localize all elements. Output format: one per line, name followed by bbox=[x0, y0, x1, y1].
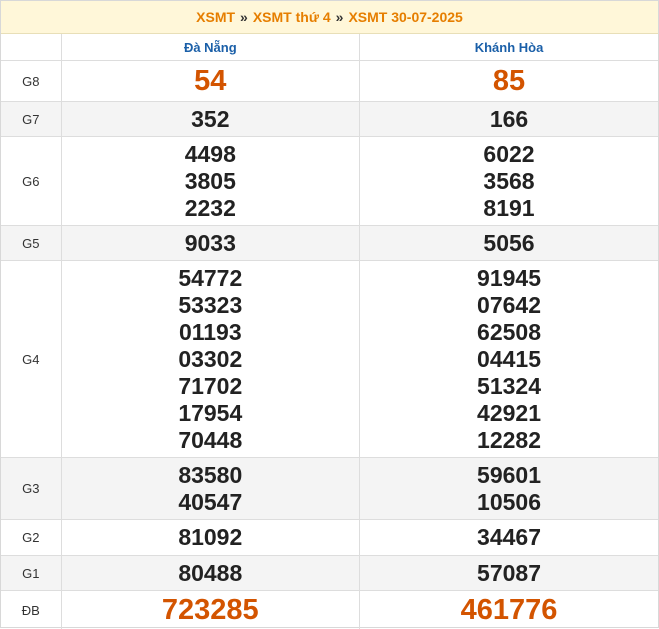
prize-label: G1 bbox=[1, 556, 61, 591]
result-number: 54772 bbox=[62, 265, 359, 292]
prize-row-g5: G5 9033 5056 bbox=[1, 226, 658, 261]
prize-label: G3 bbox=[1, 458, 61, 520]
prize-row-special: ĐB 723285 461776 bbox=[1, 591, 658, 629]
results-panel: XSMT » XSMT thứ 4 » XSMT 30-07-2025 Đà N… bbox=[0, 0, 659, 628]
result-cell: 4498 3805 2232 bbox=[61, 137, 359, 226]
breadcrumb-link-date[interactable]: XSMT 30-07-2025 bbox=[348, 9, 462, 25]
result-number: 4498 bbox=[62, 141, 359, 168]
prize-label: G7 bbox=[1, 102, 61, 137]
result-number: 01193 bbox=[62, 319, 359, 346]
result-number: 10506 bbox=[360, 489, 658, 516]
prize-label: G8 bbox=[1, 61, 61, 102]
result-cell: 81092 bbox=[61, 520, 359, 556]
prize-row-g7: G7 352 166 bbox=[1, 102, 658, 137]
result-number: 42921 bbox=[360, 400, 658, 427]
result-number: 70448 bbox=[62, 427, 359, 454]
result-number: 6022 bbox=[360, 141, 658, 168]
result-number: 59601 bbox=[360, 462, 658, 489]
result-number: 3805 bbox=[62, 168, 359, 195]
prize-row-g2: G2 81092 34467 bbox=[1, 520, 658, 556]
result-cell: 80488 bbox=[61, 556, 359, 591]
prize-row-g4: G4 54772 53323 01193 03302 71702 17954 7… bbox=[1, 261, 658, 458]
result-number: 166 bbox=[360, 106, 658, 133]
result-number: 8191 bbox=[360, 195, 658, 222]
result-number: 80488 bbox=[62, 560, 359, 587]
result-number: 83580 bbox=[62, 462, 359, 489]
result-number: 07642 bbox=[360, 292, 658, 319]
result-number: 91945 bbox=[360, 265, 658, 292]
result-number: 40547 bbox=[62, 489, 359, 516]
result-cell: 461776 bbox=[360, 591, 658, 629]
result-cell: 34467 bbox=[360, 520, 658, 556]
result-number: 34467 bbox=[360, 524, 658, 551]
result-number: 71702 bbox=[62, 373, 359, 400]
prize-header-cell bbox=[1, 34, 61, 61]
result-cell: 6022 3568 8191 bbox=[360, 137, 658, 226]
prize-row-g3: G3 83580 40547 59601 10506 bbox=[1, 458, 658, 520]
table-header-row: Đà Nẵng Khánh Hòa bbox=[1, 34, 658, 61]
results-table: Đà Nẵng Khánh Hòa G8 54 85 G7 352 166 G6… bbox=[1, 34, 658, 629]
province-header-da-nang[interactable]: Đà Nẵng bbox=[61, 34, 359, 61]
prize-label: G4 bbox=[1, 261, 61, 458]
result-number: 85 bbox=[360, 62, 658, 100]
result-number: 53323 bbox=[62, 292, 359, 319]
result-number: 62508 bbox=[360, 319, 658, 346]
result-number: 352 bbox=[62, 106, 359, 133]
result-number: 54 bbox=[62, 62, 359, 100]
result-number: 51324 bbox=[360, 373, 658, 400]
breadcrumb-link-xsmt[interactable]: XSMT bbox=[196, 9, 235, 25]
result-cell: 9033 bbox=[61, 226, 359, 261]
prize-label: G5 bbox=[1, 226, 61, 261]
result-cell: 57087 bbox=[360, 556, 658, 591]
prize-row-g1: G1 80488 57087 bbox=[1, 556, 658, 591]
result-number: 3568 bbox=[360, 168, 658, 195]
result-cell: 166 bbox=[360, 102, 658, 137]
result-number: 03302 bbox=[62, 346, 359, 373]
prize-row-g8: G8 54 85 bbox=[1, 61, 658, 102]
result-number: 81092 bbox=[62, 524, 359, 551]
breadcrumb-separator: » bbox=[336, 9, 344, 25]
special-prize-number: 723285 bbox=[62, 591, 359, 629]
result-cell: 352 bbox=[61, 102, 359, 137]
province-header-khanh-hoa[interactable]: Khánh Hòa bbox=[360, 34, 658, 61]
prize-label: ĐB bbox=[1, 591, 61, 629]
result-cell: 54772 53323 01193 03302 71702 17954 7044… bbox=[61, 261, 359, 458]
result-number: 17954 bbox=[62, 400, 359, 427]
result-cell: 59601 10506 bbox=[360, 458, 658, 520]
result-number: 5056 bbox=[360, 230, 658, 257]
result-cell: 723285 bbox=[61, 591, 359, 629]
result-number: 9033 bbox=[62, 230, 359, 257]
result-cell: 5056 bbox=[360, 226, 658, 261]
breadcrumb-link-weekday[interactable]: XSMT thứ 4 bbox=[253, 9, 331, 25]
breadcrumb-separator: » bbox=[240, 9, 248, 25]
breadcrumb: XSMT » XSMT thứ 4 » XSMT 30-07-2025 bbox=[1, 1, 658, 34]
prize-label: G2 bbox=[1, 520, 61, 556]
result-cell: 54 bbox=[61, 61, 359, 102]
result-number: 12282 bbox=[360, 427, 658, 454]
result-cell: 91945 07642 62508 04415 51324 42921 1228… bbox=[360, 261, 658, 458]
result-number: 04415 bbox=[360, 346, 658, 373]
result-cell: 83580 40547 bbox=[61, 458, 359, 520]
result-cell: 85 bbox=[360, 61, 658, 102]
result-number: 57087 bbox=[360, 560, 658, 587]
special-prize-number: 461776 bbox=[360, 591, 658, 629]
prize-row-g6: G6 4498 3805 2232 6022 3568 8191 bbox=[1, 137, 658, 226]
prize-label: G6 bbox=[1, 137, 61, 226]
result-number: 2232 bbox=[62, 195, 359, 222]
